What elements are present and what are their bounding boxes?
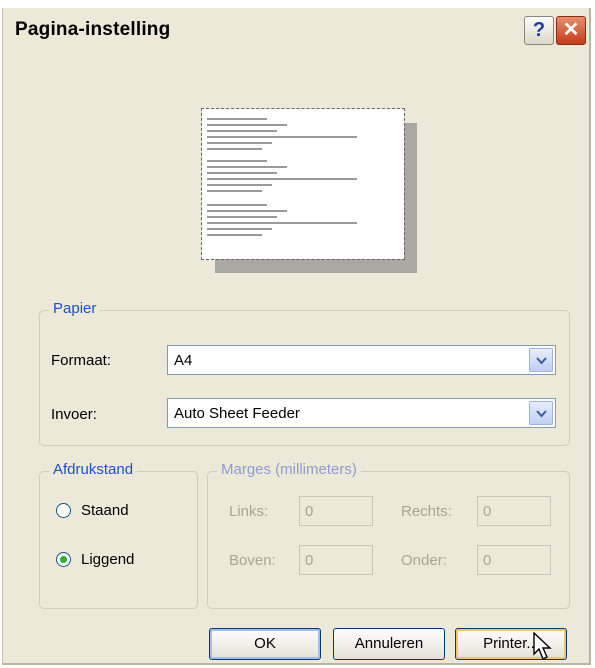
margin-bottom-label: Onder: xyxy=(401,552,447,569)
margin-right-input[interactable]: 0 xyxy=(477,496,551,526)
format-value: A4 xyxy=(174,352,193,369)
preview-text-line xyxy=(207,190,262,192)
ok-button[interactable]: OK xyxy=(209,628,321,660)
portrait-radio[interactable] xyxy=(56,503,71,518)
source-dropdown-button[interactable] xyxy=(529,401,553,425)
margin-top-input[interactable]: 0 xyxy=(299,545,373,575)
close-icon: ✕ xyxy=(562,19,580,41)
preview-text-line xyxy=(207,118,267,120)
preview-text-line xyxy=(207,142,272,144)
margin-left-input[interactable]: 0 xyxy=(299,496,373,526)
preview-text-line xyxy=(207,130,277,132)
chevron-down-icon xyxy=(536,357,547,365)
source-value: Auto Sheet Feeder xyxy=(174,405,300,422)
page-setup-dialog: Pagina-instelling ? ✕ Papier Formaat: A4… xyxy=(2,8,591,665)
preview-text-line xyxy=(207,228,272,230)
format-dropdown-button[interactable] xyxy=(529,348,553,372)
format-select[interactable]: A4 xyxy=(167,345,556,375)
orientation-group: Afdrukstand xyxy=(39,461,198,609)
source-select[interactable]: Auto Sheet Feeder xyxy=(167,398,556,428)
preview-text-line xyxy=(207,148,262,150)
preview-text-line xyxy=(207,124,287,126)
preview-text-line xyxy=(207,136,357,138)
page-preview xyxy=(201,108,405,260)
preview-text-line xyxy=(207,234,262,236)
close-button[interactable]: ✕ xyxy=(556,16,586,45)
margin-right-value: 0 xyxy=(483,503,492,520)
radio-selected-dot xyxy=(60,556,67,563)
format-label: Formaat: xyxy=(51,352,112,369)
orientation-legend: Afdrukstand xyxy=(49,461,138,478)
preview-text-line xyxy=(207,166,287,168)
portrait-label[interactable]: Staand xyxy=(81,502,129,519)
margin-right-label: Rechts: xyxy=(401,503,452,520)
margins-legend: Marges (millimeters) xyxy=(217,461,361,478)
margin-bottom-value: 0 xyxy=(483,552,492,569)
preview-text-line xyxy=(207,216,277,218)
margins-group: Marges (millimeters) xyxy=(207,461,570,609)
help-button[interactable]: ? xyxy=(524,16,554,45)
margin-left-label: Links: xyxy=(229,503,269,520)
preview-text-line xyxy=(207,222,357,224)
margin-left-value: 0 xyxy=(305,503,314,520)
mouse-pointer-icon xyxy=(533,632,552,660)
preview-text-line xyxy=(207,160,267,162)
preview-text-line xyxy=(207,172,277,174)
paper-legend: Papier xyxy=(49,300,101,317)
preview-text-line xyxy=(207,204,267,206)
title-bar[interactable]: Pagina-instelling ? ✕ xyxy=(3,8,589,54)
margin-bottom-input[interactable]: 0 xyxy=(477,545,551,575)
cancel-button[interactable]: Annuleren xyxy=(333,628,445,660)
chevron-down-icon xyxy=(536,410,547,418)
preview-text-line xyxy=(207,178,357,180)
preview-text-line xyxy=(207,184,272,186)
dialog-title: Pagina-instelling xyxy=(15,19,171,40)
margin-top-value: 0 xyxy=(305,552,314,569)
margin-top-label: Boven: xyxy=(229,552,276,569)
help-icon: ? xyxy=(532,19,546,41)
preview-text-line xyxy=(207,210,287,212)
landscape-label[interactable]: Liggend xyxy=(81,551,134,568)
source-label: Invoer: xyxy=(51,406,97,423)
landscape-radio[interactable] xyxy=(56,552,71,567)
